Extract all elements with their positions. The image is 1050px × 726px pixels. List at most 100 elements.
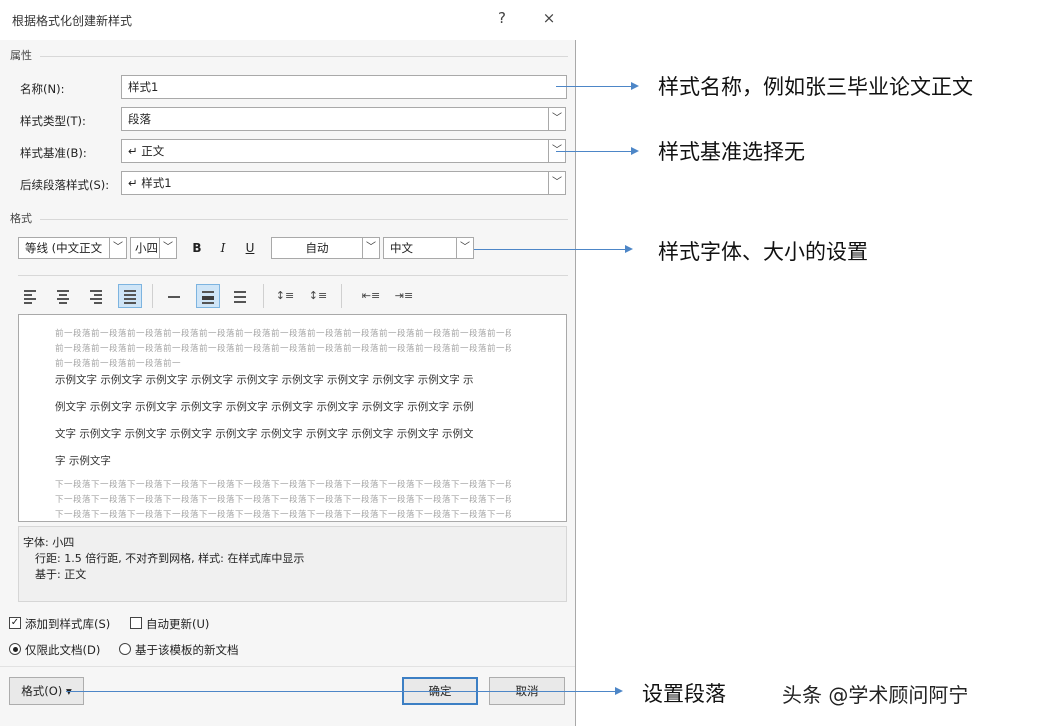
bold-button[interactable]: B [187,237,207,259]
checkmark-icon: ✓ [10,617,20,628]
this-document-only-radio[interactable] [9,643,21,655]
new-documents-radio[interactable] [119,643,131,655]
spacing-before-icon: ↕≡ [275,289,295,302]
sample-text-line: 示例文字 示例文字 示例文字 示例文字 示例文字 示例文字 示例文字 示例文字 … [55,374,474,386]
chevron-down-icon: ﹀ [552,177,562,188]
dialog-title: 根据格式化创建新样式 [12,14,133,28]
based-arrow-line [556,151,632,152]
based-on-label: 样式基准(B): [20,146,87,160]
add-to-gallery-label[interactable]: 添加到样式库(S) [25,616,110,632]
toolbar-separator [341,284,342,308]
italic-button[interactable]: I [213,237,233,259]
font-annotation: 样式字体、大小的设置 [658,240,868,264]
font-arrow-line [474,249,626,250]
double-spacing-button[interactable] [229,285,251,307]
next-paragraph-line: 下一段落下一段落下一段落下一段落下一段落下一段落下一段落下一段落下一段落下一段落… [55,510,511,520]
toolbar-divider [18,275,568,276]
one-half-spacing-button[interactable] [196,284,220,308]
style-type-select[interactable]: 段落 [121,107,549,131]
align-center-icon [57,290,69,306]
name-annotation: 样式名称，例如张三毕业论文正文 [658,75,973,99]
properties-divider [40,56,568,57]
arrow-head-icon [625,245,633,253]
style-type-dropdown[interactable]: ﹀ [548,107,566,131]
double-spacing-icon [234,291,246,305]
paragraph-annotation: 设置段落 [642,682,726,706]
chevron-down-icon: ﹀ [163,242,173,253]
add-to-gallery-checkbox[interactable]: ✓ [9,617,21,629]
one-half-spacing-icon [202,291,214,307]
script-select[interactable]: 中文 [383,237,457,259]
decrease-indent-button[interactable]: ⇤≡ [360,285,382,307]
name-input[interactable]: 样式1 [121,75,567,99]
chevron-down-icon: ﹀ [460,242,470,253]
increase-spacing-before-button[interactable]: ↕≡ [274,285,296,307]
options-divider [0,666,575,667]
style-type-label: 样式类型(T): [20,114,86,128]
description-line: 行距: 1.5 倍行距, 不对齐到网格, 样式: 在样式库中显示 [35,552,305,565]
justify-icon [124,290,136,306]
help-button[interactable]: ? [491,9,513,27]
style-preview: 前一段落前一段落前一段落前一段落前一段落前一段落前一段落前一段落前一段落前一段落… [18,314,567,522]
align-right-button[interactable] [85,285,107,307]
single-spacing-button[interactable] [163,285,185,307]
single-spacing-icon [168,295,180,301]
previous-paragraph-line: 前一段落前一段落前一段落前一段落前一段落前一段落前一段落前一段落前一段落前一段落… [55,359,181,369]
size-dropdown[interactable]: ﹀ [159,237,177,259]
font-color-select[interactable]: 自动 [271,237,363,259]
format-section-label: 格式 [10,212,32,225]
sample-text-line: 例文字 示例文字 示例文字 示例文字 示例文字 示例文字 示例文字 示例文字 示… [55,401,474,413]
new-documents-label[interactable]: 基于该模板的新文档 [135,642,239,658]
justify-button[interactable] [118,284,142,308]
size-select[interactable]: 小四 [130,237,160,259]
previous-paragraph-line: 前一段落前一段落前一段落前一段落前一段落前一段落前一段落前一段落前一段落前一段落… [55,329,511,339]
align-right-icon [90,290,102,306]
properties-section-label: 属性 [10,49,32,62]
align-left-button[interactable] [19,285,41,307]
style-dialog: 根据格式化创建新样式 ? × 属性 名称(N): 样式1 样式类型(T): 段落… [0,0,576,726]
next-style-select[interactable]: ↵ 样式1 [121,171,549,195]
watermark: 头条 @学术顾问阿宁 [782,683,969,707]
arrow-head-icon [631,82,639,90]
style-description: 字体: 小四 行距: 1.5 倍行距, 不对齐到网格, 样式: 在样式库中显示 … [18,526,567,602]
toolbar-separator [152,284,153,308]
next-style-label: 后续段落样式(S): [20,178,110,192]
this-document-only-label[interactable]: 仅限此文档(D) [25,642,100,658]
next-paragraph-line: 下一段落下一段落下一段落下一段落下一段落下一段落下一段落下一段落下一段落下一段落… [55,480,511,490]
based-annotation: 样式基准选择无 [658,140,805,164]
indent-icon: ⇥≡ [394,289,414,302]
outdent-icon: ⇤≡ [361,289,381,302]
increase-indent-button[interactable]: ⇥≡ [393,285,415,307]
format-divider [40,219,568,220]
name-label: 名称(N): [20,82,65,96]
align-left-icon [24,290,36,306]
name-arrow-line [556,86,632,87]
underline-button[interactable]: U [240,237,260,259]
font-color-dropdown[interactable]: ﹀ [362,237,380,259]
description-line: 字体: 小四 [23,536,75,549]
close-button[interactable]: × [538,9,560,27]
auto-update-label[interactable]: 自动更新(U) [146,616,209,632]
title-bar: 根据格式化创建新样式 ? × [0,0,576,40]
sample-text-line: 字 示例文字 [55,455,111,467]
chevron-down-icon: ﹀ [552,113,562,124]
next-paragraph-line: 下一段落下一段落下一段落下一段落下一段落下一段落下一段落下一段落下一段落下一段落… [55,495,511,505]
description-line: 基于: 正文 [35,568,87,581]
spacing-after-icon: ↕≡ [308,289,328,302]
chevron-down-icon: ﹀ [113,242,123,253]
script-dropdown[interactable]: ﹀ [456,237,474,259]
based-on-select[interactable]: ↵ 正文 [121,139,549,163]
chevron-down-icon: ﹀ [366,242,376,253]
next-style-dropdown[interactable]: ﹀ [548,171,566,195]
previous-paragraph-line: 前一段落前一段落前一段落前一段落前一段落前一段落前一段落前一段落前一段落前一段落… [55,344,511,354]
decrease-spacing-before-button[interactable]: ↕≡ [307,285,329,307]
toolbar-separator [263,284,264,308]
paragraph-arrow-line [66,691,616,692]
sample-text-line: 文字 示例文字 示例文字 示例文字 示例文字 示例文字 示例文字 示例文字 示例… [55,428,474,440]
arrow-head-icon [631,147,639,155]
font-select[interactable]: 等线 (中文正文 [18,237,110,259]
font-dropdown[interactable]: ﹀ [109,237,127,259]
arrow-head-icon [615,687,623,695]
auto-update-checkbox[interactable] [130,617,142,629]
align-center-button[interactable] [52,285,74,307]
